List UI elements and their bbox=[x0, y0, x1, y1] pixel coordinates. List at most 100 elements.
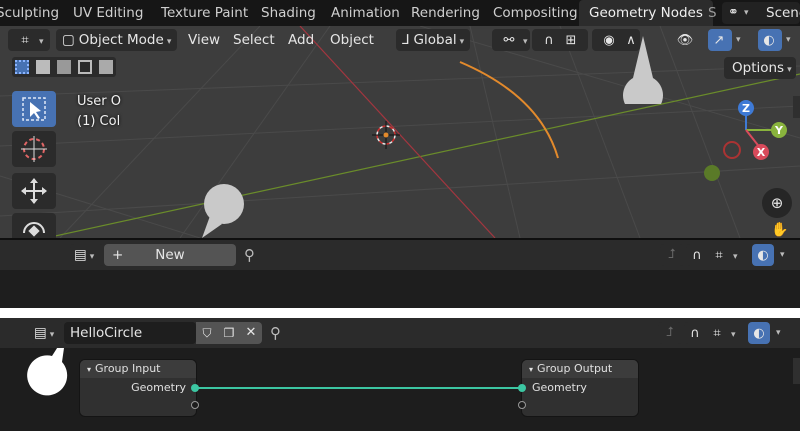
move-tool[interactable] bbox=[12, 173, 56, 209]
overlays-icon: ◐ bbox=[757, 248, 769, 263]
cursor-tool[interactable] bbox=[12, 131, 56, 167]
node-editor-canvas[interactable]: ▾ Group Input Geometry ▾ Group Output Geom… bbox=[0, 348, 800, 431]
navigation-gizmo[interactable]: Z Y X bbox=[700, 94, 800, 184]
transform-orientation-icon: ⅃ bbox=[402, 32, 410, 48]
collapse-chevron-icon[interactable]: ▾ bbox=[529, 365, 533, 374]
empty-output-socket[interactable] bbox=[191, 401, 199, 409]
new-node-tree-button[interactable]: + New bbox=[104, 244, 236, 266]
unlink-close-icon[interactable]: ✕ bbox=[240, 322, 262, 344]
sidebar-edge[interactable] bbox=[793, 358, 800, 384]
circle-curve-object bbox=[459, 61, 559, 159]
duplicate-icon[interactable]: ❐ bbox=[218, 322, 240, 344]
node-editor-header: ▤ ▾ HelloCircle ⛉ ❐ ✕ ⚲ ⮥ ∩ ⌗ ▾ ◐ ▾ bbox=[0, 318, 800, 348]
3d-viewport[interactable]: ⌗ ▾ ▢ Object Mode ▾ View Select Add Object … bbox=[0, 26, 800, 238]
node-group-name: HelloCircle bbox=[70, 325, 143, 341]
options-dropdown[interactable]: Options ▾ bbox=[724, 57, 796, 79]
chevron-down-icon[interactable]: ▾ bbox=[776, 328, 781, 338]
node-editor-canvas-top[interactable] bbox=[0, 270, 800, 308]
geometry-input-socket[interactable] bbox=[518, 384, 526, 392]
callout-marker-middle bbox=[202, 184, 244, 238]
chevron-down-icon: ▾ bbox=[733, 252, 738, 262]
geometry-output-socket[interactable] bbox=[191, 384, 199, 392]
scene-selector[interactable]: ⚭ ▾ Scene bbox=[722, 2, 800, 24]
eye-icon: 👁 bbox=[676, 33, 694, 48]
select-extend-icon[interactable] bbox=[36, 60, 50, 74]
chevron-down-icon: ▾ bbox=[744, 8, 749, 18]
tab-uv-editing[interactable]: UV Editing bbox=[73, 0, 143, 26]
empty-input-socket[interactable] bbox=[518, 401, 526, 409]
group-output-header[interactable]: ▾ Group Output bbox=[522, 360, 638, 378]
visibility-selector[interactable]: 👁 bbox=[668, 29, 704, 51]
collapse-chevron-icon[interactable]: ▾ bbox=[87, 365, 91, 374]
pan-button[interactable]: ✋ bbox=[768, 222, 792, 238]
tab-compositing[interactable]: Compositing bbox=[493, 0, 578, 26]
select-new-icon[interactable] bbox=[15, 60, 29, 74]
axis-editor-icon: ⌗ bbox=[21, 33, 29, 48]
sidebar-edge[interactable] bbox=[793, 96, 800, 118]
zoom-button[interactable]: ⊕ bbox=[762, 188, 792, 218]
editor-type-selector[interactable]: ▤ ▾ bbox=[30, 322, 64, 344]
editor-type-selector[interactable]: ▤ ▾ bbox=[70, 244, 104, 266]
orientation-selector[interactable]: ⅃ Global ▾ bbox=[396, 29, 471, 51]
tab-shading[interactable]: Shading bbox=[261, 0, 316, 26]
magnet-icon: ∩ bbox=[692, 248, 702, 263]
tab-rendering[interactable]: Rendering bbox=[411, 0, 480, 26]
options-label: Options bbox=[732, 60, 785, 76]
editor-type-selector[interactable]: ⌗ ▾ bbox=[8, 29, 50, 51]
mode-selector[interactable]: ▢ Object Mode ▾ bbox=[56, 29, 178, 51]
node-editor-icon: ▤ bbox=[74, 247, 87, 263]
mode-label: Object Mode bbox=[78, 32, 164, 48]
chevron-down-icon: ▾ bbox=[49, 330, 55, 340]
tab-sculpting[interactable]: Sculpting bbox=[0, 0, 59, 26]
gizmo-toggle[interactable]: ↗ bbox=[708, 29, 732, 51]
rotate-tool[interactable] bbox=[12, 213, 56, 238]
group-output-node[interactable]: ▾ Group Output Geometry bbox=[522, 360, 638, 416]
tab-geometry-nodes[interactable]: Geometry Nodes bbox=[579, 0, 713, 26]
snap-toggle[interactable]: ∩ ⊞ bbox=[532, 29, 588, 51]
menu-add[interactable]: Add bbox=[282, 29, 320, 51]
new-button-label: New bbox=[155, 247, 185, 263]
overlays-toggle[interactable]: ◐ bbox=[748, 322, 770, 344]
tab-animation[interactable]: Animation bbox=[331, 0, 400, 26]
snap-controls[interactable]: ∩ ⌗ ▾ bbox=[686, 244, 762, 266]
select-mode-buttons[interactable] bbox=[12, 57, 116, 77]
parent-node-tree-icon[interactable]: ⮥ bbox=[658, 322, 682, 344]
chevron-down-icon: ▾ bbox=[166, 37, 172, 47]
menu-select[interactable]: Select bbox=[227, 29, 281, 51]
callout-marker-bottom bbox=[27, 348, 68, 396]
menu-object[interactable]: Object bbox=[324, 29, 380, 51]
tab-overflow[interactable]: S bbox=[708, 0, 717, 26]
rotate-icon bbox=[23, 222, 45, 237]
group-input-node[interactable]: ▾ Group Input Geometry bbox=[80, 360, 196, 416]
select-intersect-icon[interactable] bbox=[99, 60, 113, 74]
group-input-title: Group Input bbox=[95, 362, 161, 375]
gizmo-z-label: Z bbox=[742, 102, 750, 115]
cursor-select-icon bbox=[22, 97, 46, 121]
select-invert-icon[interactable] bbox=[78, 60, 92, 74]
pivot-point-selector[interactable]: ⚯ ▾ bbox=[492, 29, 530, 51]
menu-view[interactable]: View bbox=[182, 29, 226, 51]
tab-texture-paint[interactable]: Texture Paint bbox=[161, 0, 248, 26]
chevron-down-icon: ▾ bbox=[731, 330, 736, 340]
node-group-name-field[interactable]: HelloCircle bbox=[64, 322, 196, 344]
select-subtract-icon[interactable] bbox=[57, 60, 71, 74]
select-box-tool[interactable] bbox=[12, 91, 56, 127]
gizmo-y-label: Y bbox=[774, 124, 784, 137]
chevron-down-icon[interactable]: ▾ bbox=[786, 35, 791, 45]
overlays-toggle[interactable]: ◐ bbox=[758, 29, 782, 51]
pin-icon[interactable]: ⚲ bbox=[244, 244, 255, 266]
geometry-output-label: Geometry bbox=[131, 381, 186, 394]
node-editor-header-top: ▤ ▾ + New ⚲ ⮥ ∩ ⌗ ▾ ◐ ▾ bbox=[0, 240, 800, 270]
scene-label: Scene bbox=[766, 5, 800, 21]
parent-node-tree-icon[interactable]: ⮥ bbox=[660, 244, 684, 266]
chevron-down-icon[interactable]: ▾ bbox=[736, 35, 741, 45]
pivot-icon: ⚯ bbox=[503, 33, 515, 48]
orientation-label: Global bbox=[413, 32, 457, 48]
overlays-icon: ◐ bbox=[763, 33, 775, 48]
group-input-header[interactable]: ▾ Group Input bbox=[80, 360, 196, 378]
node-editor-icon: ▤ bbox=[34, 325, 47, 341]
fake-user-shield-icon[interactable]: ⛉ bbox=[196, 322, 218, 344]
pin-icon[interactable]: ⚲ bbox=[270, 322, 281, 344]
chevron-down-icon[interactable]: ▾ bbox=[780, 250, 785, 260]
overlays-toggle[interactable]: ◐ bbox=[752, 244, 774, 266]
